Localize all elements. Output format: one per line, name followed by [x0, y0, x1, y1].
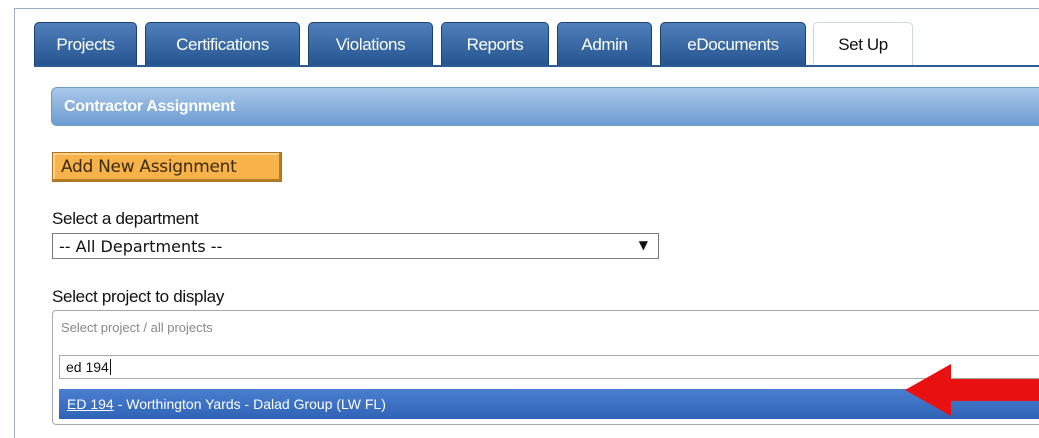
red-arrow-icon	[905, 364, 1039, 416]
project-result-text: - Worthington Yards - Dalad Group (LW FL…	[117, 396, 386, 412]
project-placeholder: Select project / all projects	[61, 320, 213, 335]
project-result-code: ED 194	[67, 396, 114, 412]
project-label: Select project to display	[52, 287, 225, 306]
tab-underline	[34, 65, 1039, 67]
section-header: Contractor Assignment	[51, 87, 1039, 126]
tab-admin[interactable]: Admin	[557, 22, 652, 66]
tab-violations[interactable]: Violations	[308, 22, 433, 66]
department-label: Select a department	[52, 209, 199, 228]
tab-set-up[interactable]: Set Up	[813, 22, 913, 66]
project-search-input[interactable]: ed 194	[59, 355, 1039, 379]
add-new-assignment-button[interactable]: Add New Assignment	[52, 152, 282, 182]
tab-edocuments[interactable]: eDocuments	[660, 22, 806, 66]
dropdown-arrow-icon: ▼	[638, 238, 648, 252]
project-combobox[interactable]: Select project / all projects ed 194 ED …	[52, 310, 1039, 425]
section-title: Contractor Assignment	[64, 97, 235, 115]
tab-reports[interactable]: Reports	[441, 22, 549, 66]
tab-projects[interactable]: Projects	[34, 22, 137, 66]
department-select[interactable]: -- All Departments -- ▼	[52, 233, 659, 259]
department-selected-value: -- All Departments --	[59, 236, 223, 256]
project-search-value: ed 194	[66, 359, 109, 375]
add-new-assignment-label: Add New Assignment	[61, 157, 237, 177]
project-result-option[interactable]: ED 194 - Worthington Yards - Dalad Group…	[59, 389, 1039, 419]
text-caret	[109, 359, 111, 375]
tab-certifications[interactable]: Certifications	[145, 22, 300, 66]
